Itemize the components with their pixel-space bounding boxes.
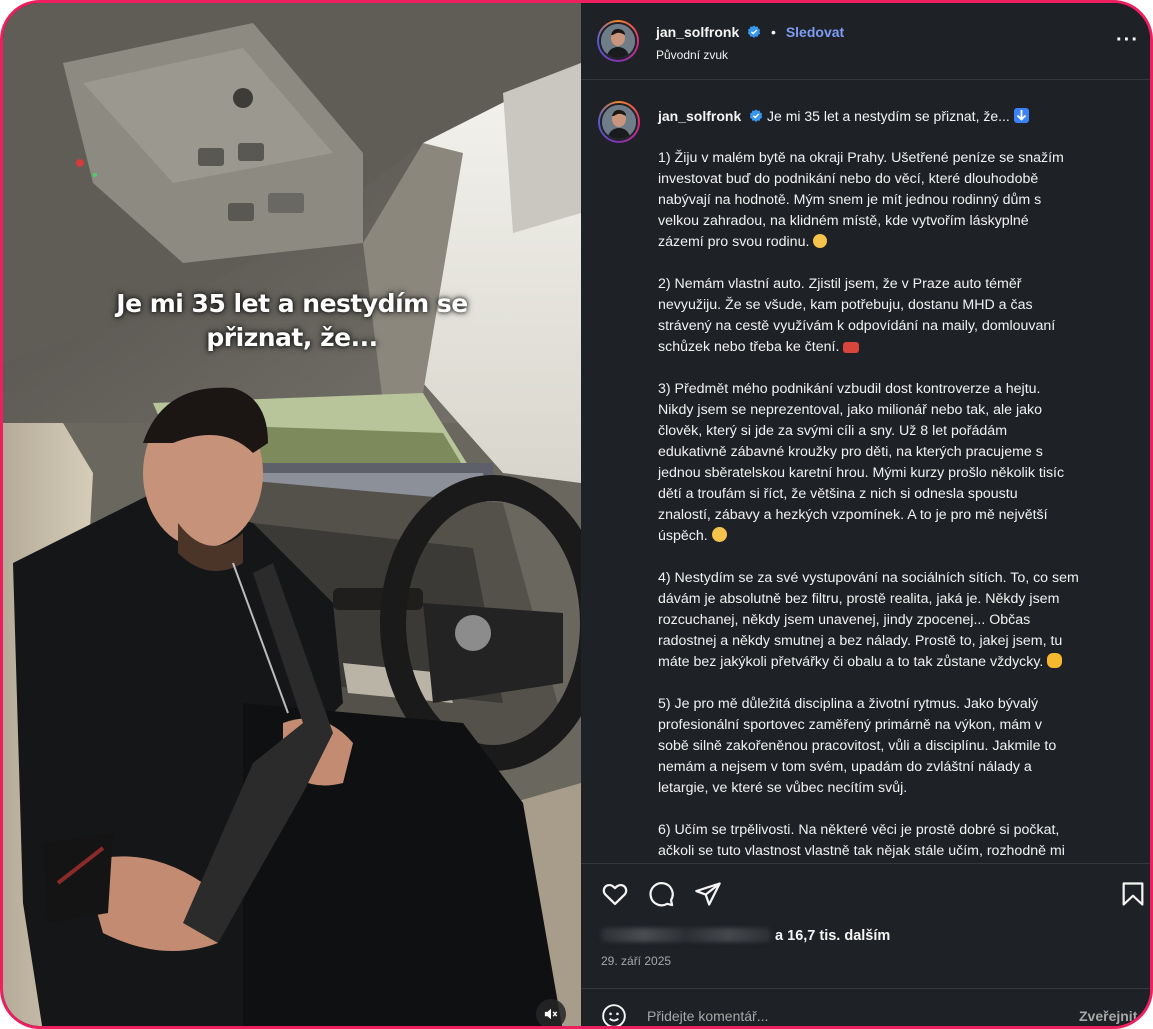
liked-by-blurred — [601, 928, 771, 942]
post-side-panel: jan_solfronk • Sledovat Původní zvuk ··· — [581, 3, 1150, 1029]
caption-title: Je mi 35 let a nestydím se přiznat, že..… — [767, 108, 1010, 124]
speaker-muted-icon — [544, 1008, 558, 1020]
comment-bar: Přidejte komentář... Zveřejnit — [581, 988, 1150, 1029]
header-separator: • — [771, 24, 776, 40]
caption-paragraph: 3) Předmět mého podnikání vzbudil dost k… — [658, 381, 1065, 544]
flexed-biceps-emoji-icon — [1047, 653, 1063, 668]
post-modal: Je mi 35 let a nestydím se přiznat, že..… — [0, 0, 1153, 1029]
overlay-line-1: Je mi 35 let a nestydím se — [116, 289, 468, 318]
caption-username[interactable]: jan_solfronk — [658, 108, 741, 124]
comment-input[interactable]: Přidejte komentář... — [647, 1008, 768, 1024]
author-avatar[interactable] — [597, 20, 639, 62]
video-caption-overlay: Je mi 35 let a nestydím se přiznat, že..… — [3, 287, 581, 355]
caption-scroll-area[interactable]: jan_solfronk Je mi 35 let a nestydím se … — [581, 80, 1150, 863]
car-emoji-icon — [843, 342, 860, 353]
down-arrow-emoji-icon — [1013, 108, 1029, 123]
post-date[interactable]: 29. září 2025 — [601, 954, 671, 968]
mute-button[interactable] — [536, 999, 566, 1026]
overlay-line-2: přiznat, že... — [206, 323, 378, 352]
caption-paragraph: 1) Žiju v malém bytě na okraji Prahy. Uš… — [658, 150, 1064, 250]
author-username[interactable]: jan_solfronk — [656, 24, 739, 40]
verified-badge-icon — [748, 25, 761, 38]
verified-badge-icon — [750, 109, 763, 122]
avatar-photo — [602, 105, 636, 139]
likes-summary[interactable]: a 16,7 tis. dalším — [601, 928, 890, 944]
caption-paragraph: 2) Nemám vlastní auto. Zjistil jsem, že … — [658, 276, 1056, 355]
post-header: jan_solfronk • Sledovat Původní zvuk ··· — [581, 3, 1150, 80]
more-options-button[interactable]: ··· — [1116, 29, 1139, 52]
caption-first-line: jan_solfronk Je mi 35 let a nestydím se … — [658, 106, 1128, 126]
grinning-face-emoji-icon — [711, 527, 727, 542]
smiley-icon[interactable] — [601, 1003, 627, 1029]
praying-hands-emoji-icon — [813, 234, 828, 248]
video-frame-image — [3, 3, 581, 1026]
caption-paragraph: 5) Je pro mě důležitá disciplina a život… — [658, 696, 1057, 796]
action-bar — [581, 863, 1150, 922]
caption-author-avatar[interactable] — [598, 101, 640, 143]
caption-body: 1) Žiju v malém bytě na okraji Prahy. Uš… — [658, 148, 1138, 863]
caption-paragraph: 6) Učím se trpělivosti. Na některé věci … — [658, 822, 1065, 859]
bookmark-icon[interactable] — [1119, 880, 1147, 908]
send-icon[interactable] — [694, 880, 722, 908]
heart-icon[interactable] — [601, 880, 629, 908]
follow-button[interactable]: Sledovat — [786, 24, 844, 40]
likes-count: a 16,7 tis. dalším — [775, 928, 891, 944]
audio-label[interactable]: Původní zvuk — [656, 48, 728, 62]
post-video[interactable]: Je mi 35 let a nestydím se přiznat, že..… — [3, 3, 581, 1026]
publish-comment-button[interactable]: Zveřejnit — [1079, 1008, 1137, 1024]
comment-icon[interactable] — [647, 880, 675, 908]
caption-paragraph: 4) Nestydím se za své vystupování na soc… — [658, 570, 1079, 670]
avatar-photo — [601, 24, 635, 58]
